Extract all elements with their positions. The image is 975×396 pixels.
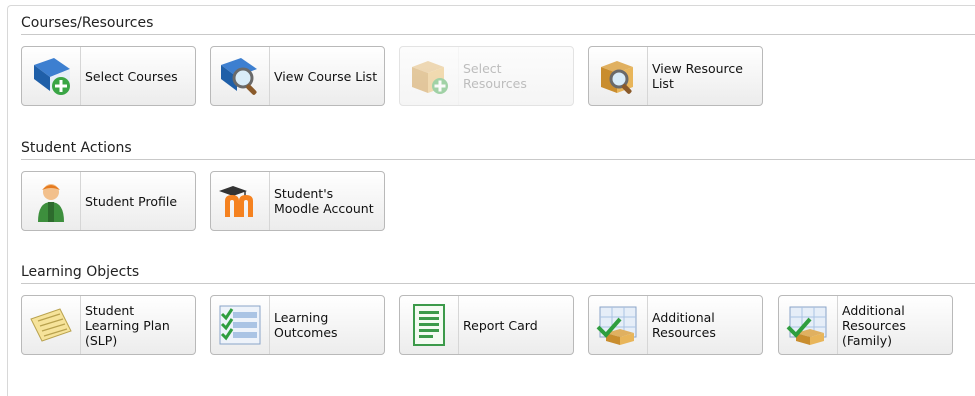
select-resources-label: Select Resources <box>463 61 527 91</box>
checklist-icon <box>211 296 270 354</box>
view-resource-list-label: View Resource List <box>652 61 743 91</box>
tile-row: Student Profile Student's Moodle Account <box>21 171 975 235</box>
learning-outcomes-button[interactable]: Learning Outcomes <box>210 295 385 355</box>
learning-outcomes-label: Learning Outcomes <box>274 310 338 340</box>
student-icon <box>22 172 81 230</box>
select-courses-label: Select Courses <box>85 68 178 84</box>
report-card-icon <box>400 296 459 354</box>
section-student-actions: Student Actions Student Profile Student'… <box>21 137 975 235</box>
note-icon <box>22 296 81 354</box>
tile-row: Student Learning Plan (SLP) Learning Out… <box>21 295 975 359</box>
moodle-account-button[interactable]: Student's Moodle Account <box>210 171 385 231</box>
view-course-list-label: View Course List <box>274 68 378 84</box>
book-add-icon <box>22 47 81 105</box>
select-resources-button[interactable]: Select Resources <box>399 46 574 106</box>
book-search-icon <box>211 47 270 105</box>
section-learning-objects: Learning Objects Student Learning Plan (… <box>21 261 975 359</box>
student-learning-plan-label: Student Learning Plan (SLP) <box>85 302 170 348</box>
view-course-list-button[interactable]: View Course List <box>210 46 385 106</box>
select-courses-button[interactable]: Select Courses <box>21 46 196 106</box>
report-card-button[interactable]: Report Card <box>399 295 574 355</box>
student-profile-label: Student Profile <box>85 193 178 209</box>
additional-resources-family-label: Additional Resources (Family) <box>842 302 906 348</box>
additional-resources-label: Additional Resources <box>652 310 716 340</box>
student-profile-button[interactable]: Student Profile <box>21 171 196 231</box>
section-title: Learning Objects <box>21 261 975 284</box>
section-title: Student Actions <box>21 137 975 160</box>
additional-resources-button[interactable]: Additional Resources <box>588 295 763 355</box>
resources-box-icon <box>589 296 648 354</box>
view-resource-list-button[interactable]: View Resource List <box>588 46 763 106</box>
resources-family-icon <box>779 296 838 354</box>
report-card-label: Report Card <box>463 317 538 333</box>
section-courses-resources: Courses/Resources Select Courses View Co… <box>21 12 975 110</box>
moodle-icon <box>211 172 270 230</box>
tile-row: Select Courses View Course List Select R… <box>21 46 975 110</box>
box-add-icon <box>400 47 459 105</box>
box-search-icon <box>589 47 648 105</box>
additional-resources-family-button[interactable]: Additional Resources (Family) <box>778 295 953 355</box>
moodle-account-label: Student's Moodle Account <box>274 186 374 216</box>
section-title: Courses/Resources <box>21 12 975 35</box>
student-learning-plan-button[interactable]: Student Learning Plan (SLP) <box>21 295 196 355</box>
